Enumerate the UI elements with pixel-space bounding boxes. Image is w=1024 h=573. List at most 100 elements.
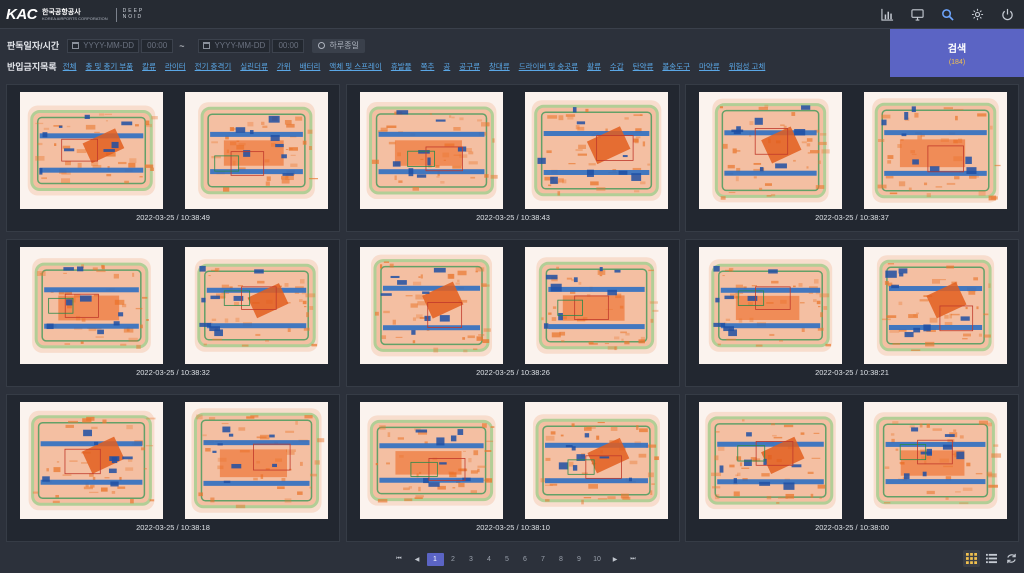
xray-top-view-image[interactable] — [20, 92, 163, 209]
page-7-button[interactable]: 7 — [535, 553, 552, 566]
result-card[interactable]: 2022-03-25 / 10:38:37 — [685, 84, 1019, 232]
category-link[interactable]: 활류 — [587, 61, 601, 72]
filter-panel: 판독일자/시간 YYYY-MM-DD 00:00 ~ YYYY-MM-DD 00… — [0, 29, 890, 77]
search-icon[interactable] — [934, 4, 960, 25]
category-link[interactable]: 총 및 총기 부품 — [86, 61, 134, 72]
top-bar: KAC 한국공항공사 KOREA AIRPORTS CORPORATION DE… — [0, 0, 1024, 29]
category-link[interactable]: 위험성 고체 — [729, 61, 766, 72]
result-grid: 2022-03-25 / 10:38:49 2022-03-25 / 10:38:… — [6, 84, 1019, 542]
result-card[interactable]: 2022-03-25 / 10:38:43 — [346, 84, 680, 232]
page-2-button[interactable]: 2 — [445, 553, 462, 566]
result-timestamp: 2022-03-25 / 10:38:18 — [136, 523, 210, 532]
first-page-button[interactable]: ⏮ — [391, 553, 408, 566]
last-page-button[interactable]: ⏭ — [625, 553, 642, 566]
xray-top-view-image[interactable] — [360, 247, 503, 364]
category-link[interactable]: 창대류 — [489, 61, 510, 72]
category-link[interactable]: 수갑 — [610, 61, 624, 72]
page-1-button[interactable]: 1 — [426, 553, 444, 566]
calendar-icon — [72, 42, 80, 49]
xray-side-view-image[interactable] — [525, 92, 668, 209]
refresh-icon[interactable] — [1003, 550, 1020, 567]
next-page-button[interactable]: ▶ — [607, 553, 624, 566]
category-link[interactable]: 공구류 — [459, 61, 480, 72]
list-view-icon[interactable] — [983, 550, 1000, 567]
xray-side-view-image[interactable] — [185, 92, 328, 209]
result-timestamp: 2022-03-25 / 10:38:00 — [815, 523, 889, 532]
to-time-input[interactable]: 00:00 — [272, 38, 305, 53]
result-timestamp: 2022-03-25 / 10:38:10 — [476, 523, 550, 532]
xray-top-view-image[interactable] — [699, 402, 842, 519]
grid-view-icon[interactable] — [963, 550, 980, 567]
xray-side-view-image[interactable] — [185, 402, 328, 519]
from-date-input[interactable]: YYYY-MM-DD — [67, 38, 140, 53]
result-card[interactable]: 2022-03-25 / 10:38:21 — [685, 239, 1019, 387]
xray-top-view-image[interactable] — [360, 402, 503, 519]
category-link[interactable]: 쪽추 — [421, 61, 435, 72]
to-date-input[interactable]: YYYY-MM-DD — [198, 38, 271, 53]
xray-side-view-image[interactable] — [185, 247, 328, 364]
gear-icon[interactable] — [964, 4, 990, 25]
search-button[interactable]: 검색 (184) — [890, 29, 1024, 77]
result-timestamp: 2022-03-25 / 10:38:26 — [476, 368, 550, 377]
category-link[interactable]: 칼류 — [142, 61, 156, 72]
kac-logo-subtitle: 한국공항공사 KOREA AIRPORTS CORPORATION — [42, 8, 108, 21]
xray-side-view-image[interactable] — [525, 247, 668, 364]
power-icon[interactable] — [994, 4, 1020, 25]
page-6-button[interactable]: 6 — [517, 553, 534, 566]
category-link[interactable]: 전체 — [63, 61, 77, 72]
category-link[interactable]: 공 — [443, 61, 450, 72]
category-link[interactable]: 전기 충격기 — [195, 61, 232, 72]
result-card[interactable]: 2022-03-25 / 10:38:18 — [6, 394, 340, 542]
category-link[interactable]: 액체 및 스프레이 — [329, 61, 381, 72]
xray-side-view-image[interactable] — [864, 92, 1007, 209]
datetime-label: 판독일자/시간 — [7, 41, 60, 51]
category-link[interactable]: 라이터 — [165, 61, 186, 72]
result-card[interactable]: 2022-03-25 / 10:38:26 — [346, 239, 680, 387]
result-timestamp: 2022-03-25 / 10:38:21 — [815, 368, 889, 377]
result-card[interactable]: 2022-03-25 / 10:38:32 — [6, 239, 340, 387]
xray-top-view-image[interactable] — [360, 92, 503, 209]
pagination: ⏮ ◀ 1 2 3 4 5 6 7 8 9 10 ▶ ⏭ — [390, 553, 642, 566]
all-day-button[interactable]: 하루종일 — [312, 38, 365, 53]
category-link[interactable]: 마약류 — [699, 61, 720, 72]
xray-top-view-image[interactable] — [699, 92, 842, 209]
category-link[interactable]: 휴발물 — [391, 61, 412, 72]
category-link[interactable]: 실린더류 — [240, 61, 268, 72]
kac-logo: KAC — [6, 6, 38, 23]
xray-side-view-image[interactable] — [864, 402, 1007, 519]
category-link[interactable]: 배터리 — [300, 61, 321, 72]
xray-side-view-image[interactable] — [525, 402, 668, 519]
page-10-button[interactable]: 10 — [589, 553, 606, 566]
page-5-button[interactable]: 5 — [499, 553, 516, 566]
result-timestamp: 2022-03-25 / 10:38:49 — [136, 213, 210, 222]
result-timestamp: 2022-03-25 / 10:38:43 — [476, 213, 550, 222]
result-card[interactable]: 2022-03-25 / 10:38:00 — [685, 394, 1019, 542]
prev-page-button[interactable]: ◀ — [409, 553, 426, 566]
range-separator: ~ — [179, 40, 185, 51]
page-4-button[interactable]: 4 — [481, 553, 498, 566]
monitor-icon[interactable] — [904, 4, 930, 25]
result-timestamp: 2022-03-25 / 10:38:32 — [136, 368, 210, 377]
page-9-button[interactable]: 9 — [571, 553, 588, 566]
logo: KAC 한국공항공사 KOREA AIRPORTS CORPORATION DE… — [6, 6, 144, 23]
category-link[interactable]: 탄약류 — [633, 61, 654, 72]
xray-top-view-image[interactable] — [20, 247, 163, 364]
xray-top-view-image[interactable] — [20, 402, 163, 519]
result-card[interactable]: 2022-03-25 / 10:38:10 — [346, 394, 680, 542]
partner-logo: DEEP NOID — [122, 8, 145, 20]
result-card[interactable]: 2022-03-25 / 10:38:49 — [6, 84, 340, 232]
categories-label: 반입금지목록 — [7, 62, 57, 72]
category-link[interactable]: 드라이버 및 송곳류 — [519, 61, 578, 72]
chart-icon[interactable] — [874, 4, 900, 25]
xray-side-view-image[interactable] — [864, 247, 1007, 364]
page-8-button[interactable]: 8 — [553, 553, 570, 566]
calendar-icon — [203, 42, 211, 49]
clock-icon — [318, 42, 326, 49]
from-time-input[interactable]: 00:00 — [141, 38, 174, 53]
result-timestamp: 2022-03-25 / 10:38:37 — [815, 213, 889, 222]
category-link[interactable]: 가위 — [277, 61, 291, 72]
page-3-button[interactable]: 3 — [463, 553, 480, 566]
category-link[interactable]: 볼송도구 — [662, 61, 690, 72]
xray-top-view-image[interactable] — [699, 247, 842, 364]
result-count: (184) — [948, 59, 966, 66]
